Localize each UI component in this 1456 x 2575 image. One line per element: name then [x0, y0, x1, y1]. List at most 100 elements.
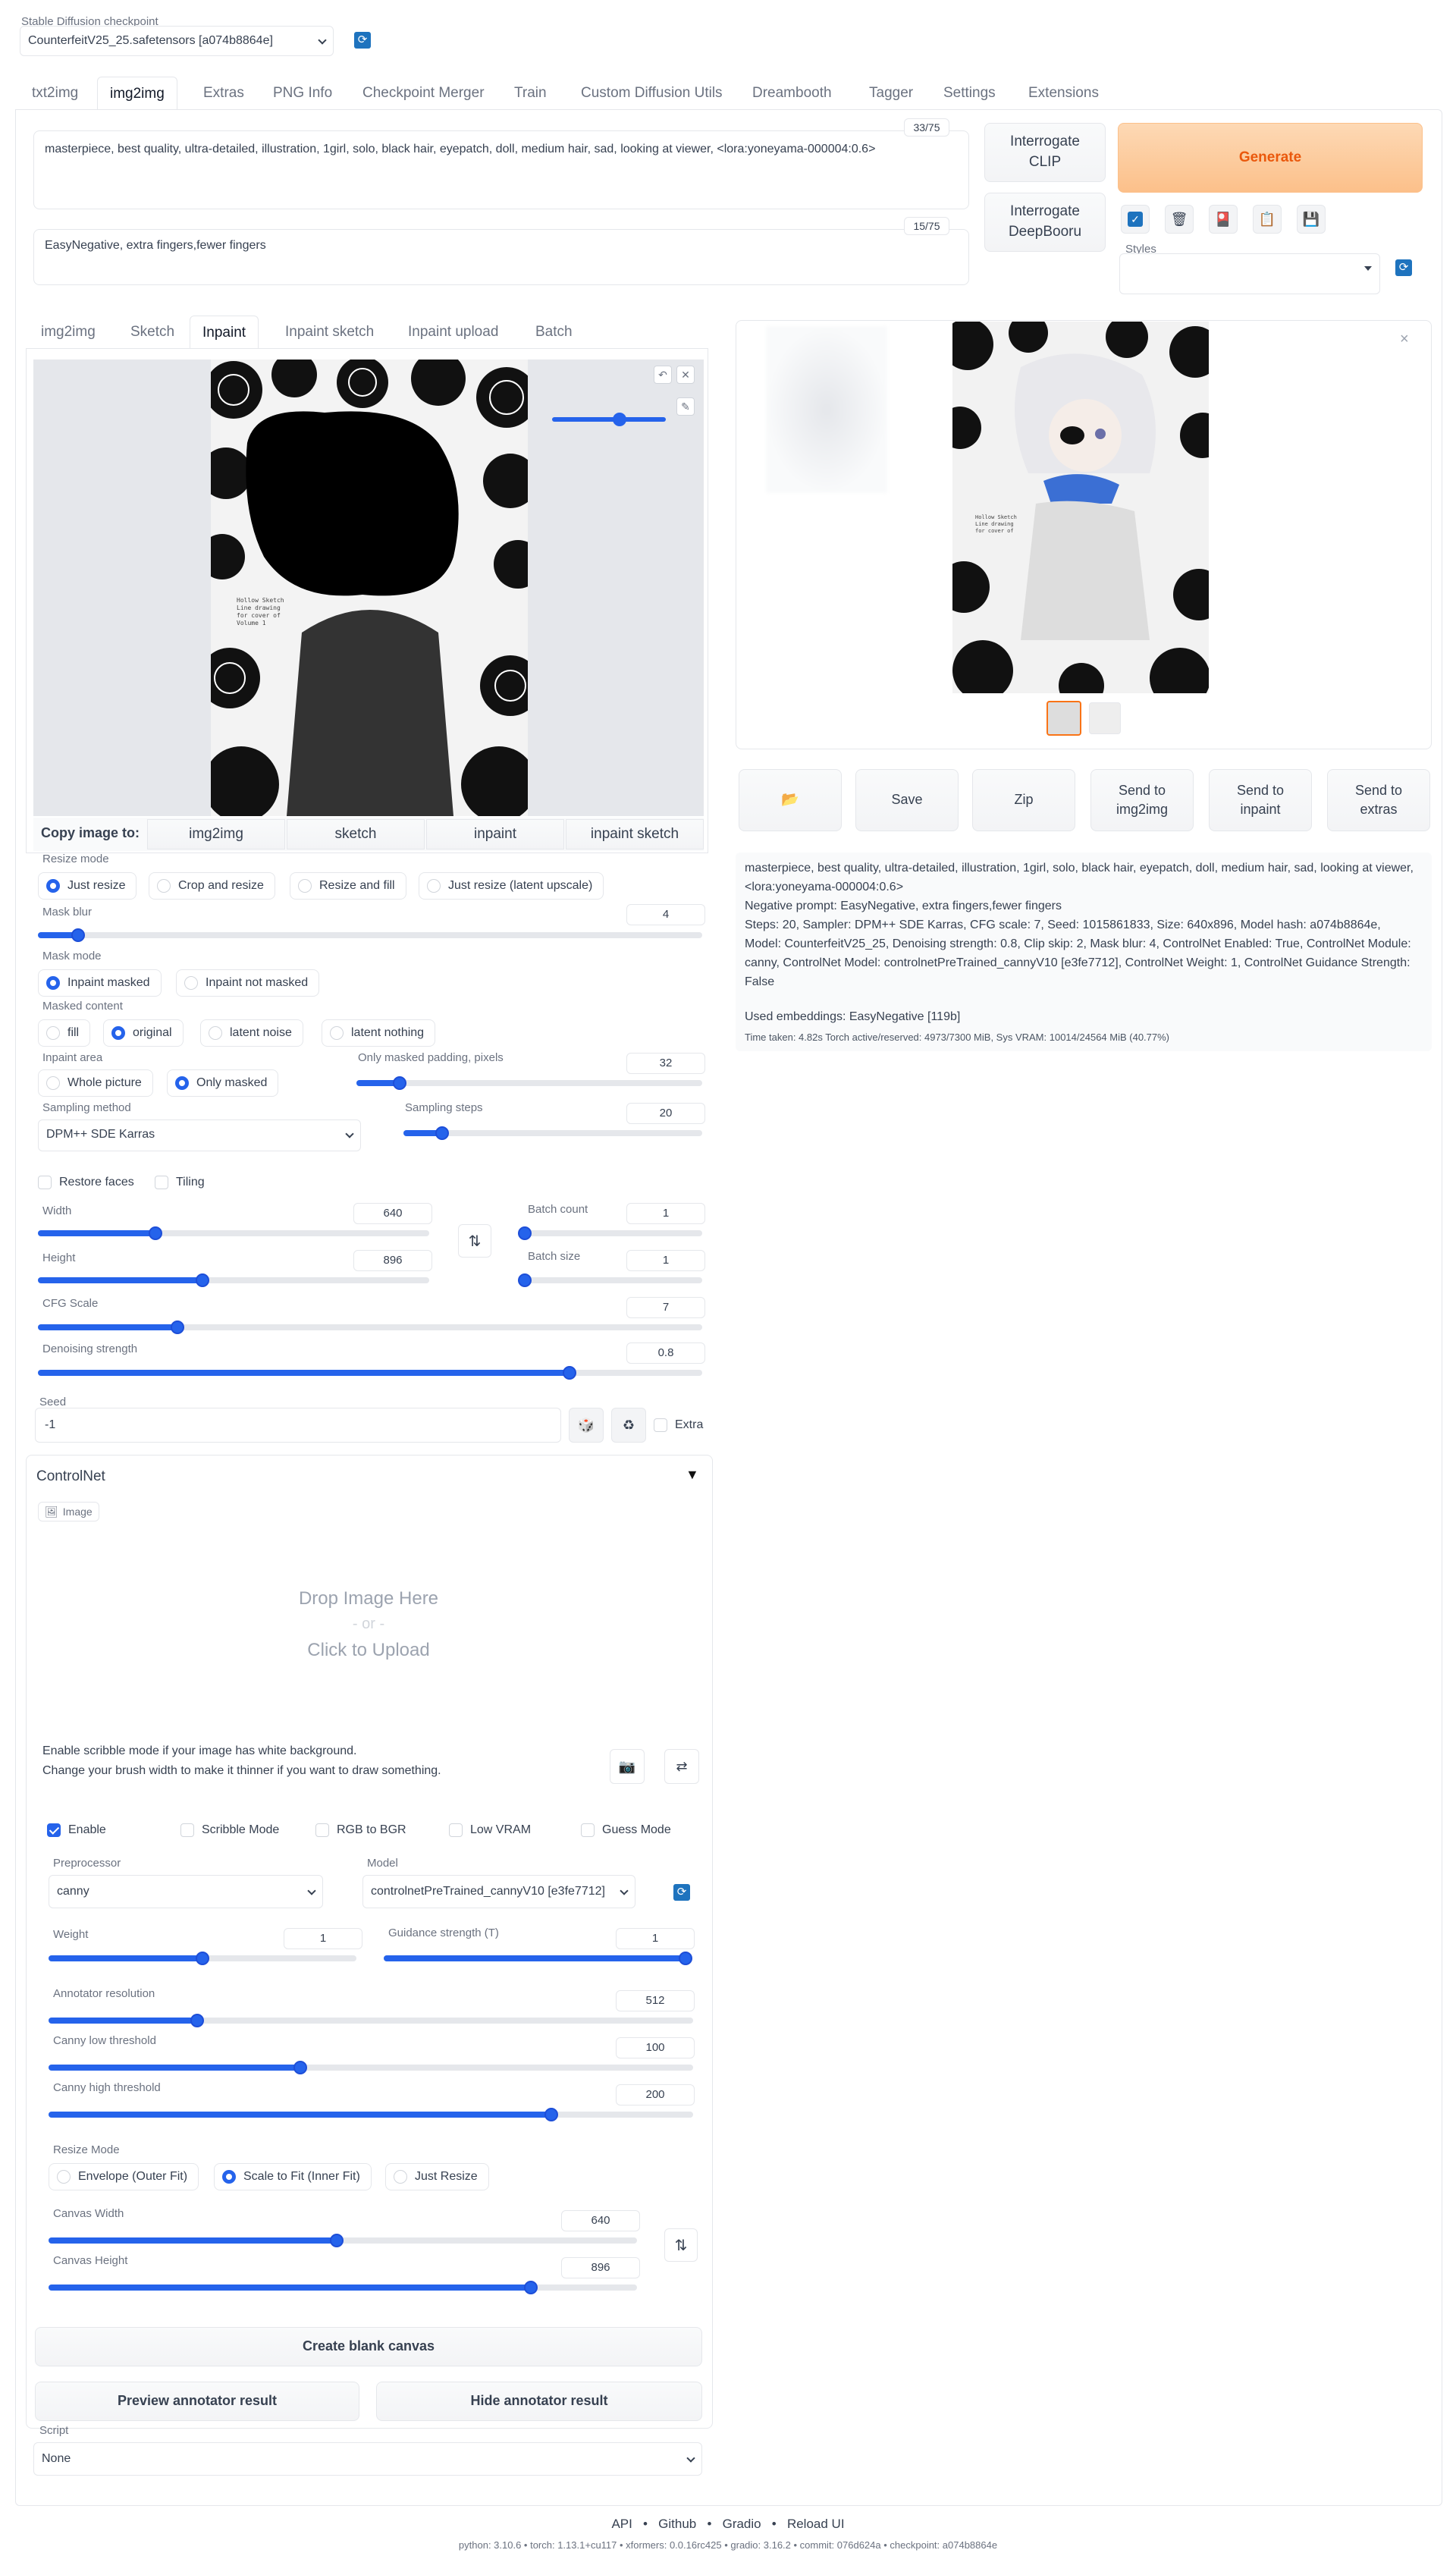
- scribble-mode-checkbox[interactable]: Scribble Mode: [180, 1823, 279, 1837]
- save-button[interactable]: Save: [855, 769, 959, 831]
- collapse-triangle-icon[interactable]: ▼: [686, 1467, 699, 1483]
- canvas-height-input[interactable]: 896: [561, 2257, 640, 2278]
- tab-dreambooth[interactable]: Dreambooth: [740, 77, 844, 110]
- inpaint-canvas[interactable]: Hollow Sketch Line drawing for cover of Vol…: [33, 360, 704, 816]
- controlnet-drop-zone[interactable]: Drop Image Here - or - Click to Upload: [35, 1525, 702, 1752]
- width-slider[interactable]: [38, 1226, 429, 1240]
- subtab-sketch[interactable]: Sketch: [118, 316, 187, 349]
- copy-to-img2img-button[interactable]: img2img: [147, 819, 285, 849]
- whole-picture-radio[interactable]: Whole picture: [38, 1069, 153, 1097]
- gallery-thumb-2[interactable]: [1089, 702, 1121, 734]
- script-select[interactable]: None: [33, 2442, 702, 2476]
- denoising-input[interactable]: 0.8: [626, 1342, 705, 1364]
- swap-icon[interactable]: ⇄: [664, 1749, 699, 1784]
- just-resize-radio[interactable]: Just Resize: [385, 2163, 489, 2190]
- copy-to-sketch-button[interactable]: sketch: [287, 819, 425, 849]
- close-icon[interactable]: ✕: [676, 366, 695, 384]
- resize-fill-radio[interactable]: Resize and fill: [290, 872, 406, 900]
- height-slider[interactable]: [38, 1273, 429, 1287]
- cfg-slider[interactable]: [38, 1320, 702, 1334]
- slider-thumb[interactable]: [190, 2014, 204, 2027]
- denoising-slider[interactable]: [38, 1366, 702, 1380]
- subtab-batch[interactable]: Batch: [523, 316, 585, 349]
- interrogate-clip-button[interactable]: Interrogate CLIP: [984, 123, 1106, 182]
- mask-blur-slider[interactable]: [38, 928, 702, 942]
- weight-input[interactable]: 1: [284, 1928, 362, 1949]
- padding-input[interactable]: 32: [626, 1053, 705, 1074]
- send-to-img2img-button[interactable]: Send to img2img: [1090, 769, 1194, 831]
- scale-to-fit-radio[interactable]: Scale to Fit (Inner Fit): [214, 2163, 372, 2190]
- footer-api-link[interactable]: API: [611, 2517, 632, 2531]
- camera-icon[interactable]: 📷: [610, 1749, 645, 1784]
- seed-extra-checkbox[interactable]: Extra: [654, 1418, 703, 1432]
- weight-slider[interactable]: [49, 1952, 356, 1965]
- undo-icon[interactable]: ↶: [654, 366, 672, 384]
- tab-txt2img[interactable]: txt2img: [20, 77, 90, 110]
- low-vram-checkbox[interactable]: Low VRAM: [449, 1823, 531, 1837]
- checkbox-tool-icon[interactable]: ✓: [1121, 205, 1150, 234]
- subtab-inpaint-upload[interactable]: Inpaint upload: [396, 316, 510, 349]
- slider-thumb[interactable]: [524, 2281, 538, 2294]
- resize-crop-radio[interactable]: Crop and resize: [149, 872, 275, 900]
- create-canvas-button[interactable]: Create blank canvas: [35, 2327, 702, 2366]
- guidance-slider[interactable]: [384, 1952, 692, 1965]
- tab-settings[interactable]: Settings: [931, 77, 1008, 110]
- tab-train[interactable]: Train: [502, 77, 559, 110]
- slider-thumb[interactable]: [518, 1226, 532, 1240]
- annotator-input[interactable]: 512: [616, 1990, 695, 2011]
- canvas-height-slider[interactable]: [49, 2281, 637, 2294]
- height-input[interactable]: 896: [353, 1250, 432, 1271]
- masked-original-radio[interactable]: original: [103, 1019, 184, 1047]
- envelope-radio[interactable]: Envelope (Outer Fit): [49, 2163, 199, 2190]
- subtab-inpaint-sketch[interactable]: Inpaint sketch: [273, 316, 386, 349]
- negative-prompt-input[interactable]: EasyNegative, extra fingers,fewer finger…: [33, 229, 969, 285]
- tab-png-info[interactable]: PNG Info: [261, 77, 344, 110]
- close-gallery-icon[interactable]: ×: [1400, 331, 1409, 348]
- preprocessor-select[interactable]: canny: [49, 1875, 323, 1908]
- guidance-input[interactable]: 1: [616, 1928, 695, 1949]
- hide-annotator-button[interactable]: Hide annotator result: [376, 2382, 702, 2421]
- tab-img2img[interactable]: img2img: [97, 77, 177, 110]
- seed-input[interactable]: -1: [35, 1408, 561, 1443]
- canvas-width-input[interactable]: 640: [561, 2210, 640, 2231]
- slider-thumb[interactable]: [195, 1273, 209, 1287]
- model-select[interactable]: controlnetPreTrained_cannyV10 [e3fe7712]: [362, 1875, 635, 1908]
- slider-thumb[interactable]: [562, 1366, 576, 1380]
- canny-low-input[interactable]: 100: [616, 2037, 695, 2058]
- style-icon[interactable]: 🎴: [1209, 205, 1238, 234]
- send-to-inpaint-button[interactable]: Send to inpaint: [1209, 769, 1312, 831]
- styles-select[interactable]: [1119, 253, 1380, 294]
- inpaint-not-masked-radio[interactable]: Inpaint not masked: [176, 969, 320, 997]
- batch-size-slider[interactable]: [518, 1273, 702, 1287]
- inpaint-masked-radio[interactable]: Inpaint masked: [38, 969, 162, 997]
- rgb-to-bgr-checkbox[interactable]: RGB to BGR: [315, 1823, 406, 1837]
- send-to-extras-button[interactable]: Send to extras: [1327, 769, 1430, 831]
- output-image[interactable]: Hollow Sketch Line drawing for cover of: [952, 322, 1209, 693]
- gallery-thumb-1[interactable]: [1046, 701, 1081, 736]
- copy-to-inpaint-button[interactable]: inpaint: [426, 819, 564, 849]
- canvas-width-slider[interactable]: [49, 2234, 637, 2247]
- zip-button[interactable]: Zip: [972, 769, 1075, 831]
- save-style-icon[interactable]: 💾: [1297, 205, 1326, 234]
- masked-latent-nothing-radio[interactable]: latent nothing: [322, 1019, 436, 1047]
- sampling-steps-input[interactable]: 20: [626, 1103, 705, 1124]
- slider-thumb[interactable]: [170, 1320, 184, 1334]
- annotator-slider[interactable]: [49, 2014, 693, 2027]
- slider-thumb[interactable]: [435, 1126, 450, 1140]
- canny-low-slider[interactable]: [49, 2061, 693, 2074]
- mask-blur-input[interactable]: 4: [626, 904, 705, 925]
- resize-latent-radio[interactable]: Just resize (latent upscale): [419, 872, 604, 900]
- slider-thumb[interactable]: [71, 928, 85, 942]
- canny-high-input[interactable]: 200: [616, 2084, 695, 2106]
- footer-gradio-link[interactable]: Gradio: [723, 2517, 761, 2531]
- slider-thumb[interactable]: [330, 2234, 344, 2247]
- batch-count-slider[interactable]: [518, 1226, 702, 1240]
- canny-high-slider[interactable]: [49, 2108, 693, 2121]
- swap-dimensions-icon[interactable]: ⇅: [458, 1224, 491, 1258]
- brush-icon[interactable]: ✎: [676, 397, 695, 416]
- resize-just-resize-radio[interactable]: Just resize: [38, 872, 137, 900]
- only-masked-radio[interactable]: Only masked: [167, 1069, 279, 1097]
- batch-count-input[interactable]: 1: [626, 1203, 705, 1224]
- padding-slider[interactable]: [356, 1076, 702, 1090]
- footer-github-link[interactable]: Github: [658, 2517, 696, 2531]
